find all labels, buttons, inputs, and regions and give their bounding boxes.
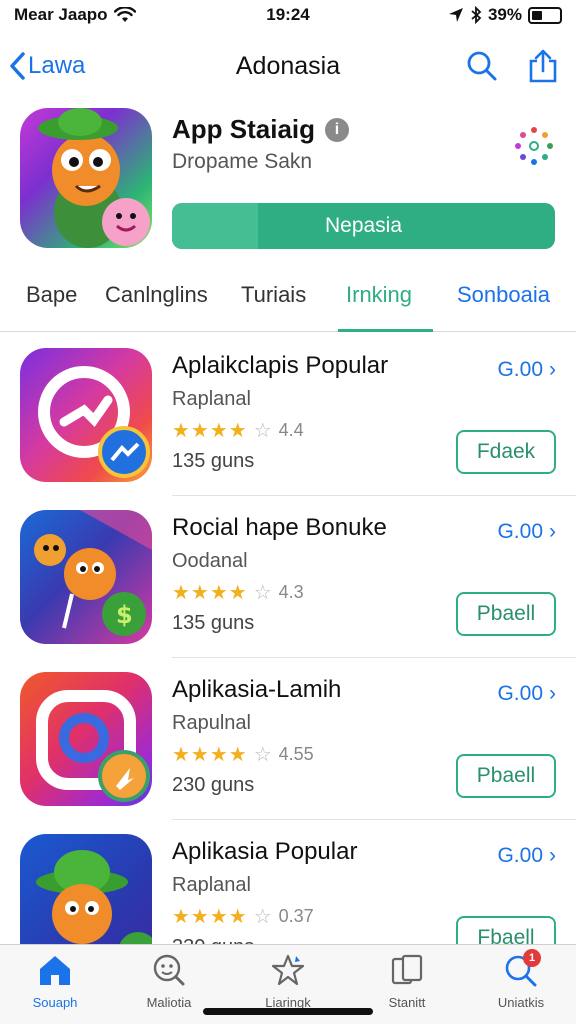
list-item[interactable]: Aplaikclapis Popular Raplanal ★★★★ ☆ 4.4 1… [0,334,576,496]
chevron-right-icon: › [549,682,556,705]
app-name: Rocial hape Bonuke [172,514,387,541]
price-link[interactable]: G.00 › [497,520,556,544]
app-category: Oodanal [172,550,248,572]
carrier-label: Mear Jaapo [14,5,108,24]
star-rating: ★★★★ ☆ 0.37 [172,906,314,928]
svg-text:$: $ [116,601,133,629]
back-button[interactable]: Lawa [8,51,85,81]
app-category: Raplanal [172,874,251,896]
search-icon[interactable] [466,50,498,82]
search-icon-wrapper: 1 [503,949,541,987]
notification-badge: 1 [523,949,541,967]
list-item[interactable]: Aplikasia-Lamih Rapulnal ★★★★ ☆ 4.55 230 g… [0,658,576,820]
chevron-left-icon [10,52,25,80]
app-action-button[interactable]: Pbaell [456,592,556,636]
app-downloads: 230 guns [172,774,255,796]
tab-irnking[interactable]: Irnking [346,282,412,308]
app-downloads: 135 guns [172,612,255,634]
app-action-button[interactable]: Fdaek [456,430,556,474]
app-category: Raplanal [172,388,251,410]
tab-bape[interactable]: Bape [26,282,77,308]
info-icon[interactable]: i [325,117,350,142]
app-action-button[interactable]: Pbaell [456,754,556,798]
featured-app: App Staiaig i Dropame Sakn Nepasia [20,108,560,253]
price-link[interactable]: G.00 › [497,358,556,382]
back-label: Lawa [28,52,86,79]
tabbar-item-liaringk[interactable]: Liaringk [233,953,343,1010]
tab-canlnglins[interactable]: Canlnglins [105,282,208,308]
app-name: Aplikasia Popular [172,838,358,865]
share-icon[interactable] [528,49,558,83]
list-item[interactable]: $ Rocial hape Bonuke Oodanal ★★★★ ☆ 4.3 13… [0,496,576,658]
face-search-icon [153,954,185,986]
loading-dots-icon [515,127,553,165]
price-link[interactable]: G.00 › [497,682,556,706]
chevron-right-icon: › [549,520,556,543]
wifi-icon [113,7,136,22]
featured-app-subtitle: Dropame Sakn [172,150,313,173]
star-rating: ★★★★ ☆ 4.55 [172,744,314,766]
active-tab-indicator [338,329,433,332]
status-bar: Mear Jaapo 19:24 39% [0,0,576,30]
pages-icon [391,954,423,985]
tab-sonboaia[interactable]: Sonboaia [457,282,550,308]
app-icon-camera-style [20,672,152,806]
category-tabs: Bape Canlnglins Turiais Irnking Sonboaia [0,272,576,332]
nav-bar: Lawa Adonasia [0,40,576,92]
home-icon [40,956,70,985]
app-icon-game-characters: $ [20,510,152,644]
app-name: Aplikasia-Lamih [172,676,342,703]
chevron-right-icon: › [549,844,556,867]
featured-app-name: App Staiaig i [172,114,350,145]
star-rating: ★★★★ ☆ 4.4 [172,420,304,442]
app-name: Aplaikclapis Popular [172,352,389,379]
bluetooth-icon [471,6,482,24]
tab-turiais[interactable]: Turiais [241,282,306,308]
featured-app-button[interactable]: Nepasia [172,203,555,249]
battery-percent: 39% [487,5,522,24]
app-category: Rapulnal [172,712,251,734]
chevron-right-icon: › [549,358,556,381]
price-link[interactable]: G.00 › [497,844,556,868]
app-icon-instagram-style [20,348,152,482]
tabbar-item-uniatkis[interactable]: 1 Uniatkis [466,949,576,1010]
location-arrow-icon [448,8,463,22]
home-indicator [203,1008,373,1015]
tabbar-item-souaph[interactable]: Souaph [0,953,110,1010]
star-icon [271,954,305,986]
featured-app-icon[interactable] [20,108,152,248]
tabbar-item-maliotia[interactable]: Maliotia [114,953,224,1010]
battery-icon [528,6,562,24]
star-rating: ★★★★ ☆ 4.3 [172,582,304,604]
app-downloads: 135 guns [172,450,255,472]
tabbar-item-stanitt[interactable]: Stanitt [352,953,462,1010]
